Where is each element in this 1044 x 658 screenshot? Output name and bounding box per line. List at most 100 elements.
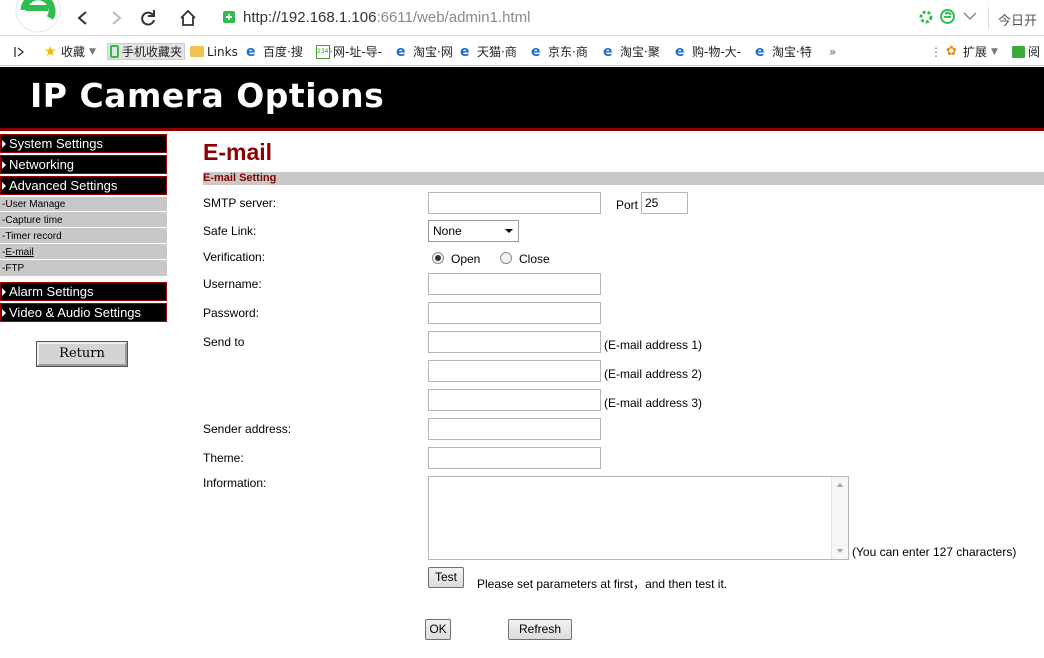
bookmark-label: Links (207, 44, 238, 59)
bookmark-label: 天猫·商 (477, 45, 517, 59)
vertical-dots-icon: ⋮ (930, 44, 942, 59)
verification-open-label: Open (451, 252, 481, 266)
refresh-button[interactable]: Refresh (508, 619, 572, 640)
submenu-label: Timer record (5, 231, 62, 242)
banner-divider (0, 128, 1044, 131)
information-textarea[interactable] (428, 476, 849, 560)
ie-icon: e (460, 43, 470, 60)
today-button[interactable]: 今日开 (998, 10, 1037, 29)
reload-button[interactable] (137, 7, 159, 29)
phone-icon (110, 45, 119, 58)
verification-label: Verification: (203, 250, 266, 264)
bookmarks-more-button[interactable]: » (829, 43, 836, 60)
return-button[interactable]: Return (36, 341, 128, 367)
url-host: http://192.168.1.106 (243, 9, 377, 26)
password-input[interactable] (428, 302, 601, 324)
bookmark-tmall[interactable]: e 天猫·商 (460, 43, 517, 60)
test-button[interactable]: Test (428, 567, 464, 588)
verification-open-radio[interactable] (432, 252, 444, 264)
bookmarks-bar: ★ 收藏 ▼ 手机收藏夹 Links e 百度·搜 2345 网-址-导- e … (0, 36, 1044, 66)
bookmark-links[interactable]: Links (190, 43, 238, 60)
section-header-bar (203, 172, 1044, 185)
bookmark-baidu[interactable]: e 百度·搜 (246, 43, 303, 60)
email-address-3-input[interactable] (428, 389, 601, 411)
menu-label: Networking (9, 157, 75, 172)
bookmark-label: 百度·搜 (263, 45, 303, 59)
extensions-button[interactable]: ⋮ ✿ 扩展 ▼ (930, 43, 998, 60)
extensions-label: 扩展 (963, 45, 988, 59)
email-address-2-hint: (E-mail address 2) (604, 367, 703, 381)
dropdown-chevron-icon[interactable] (963, 11, 977, 21)
bookmark-taobao[interactable]: e 淘宝·网 (396, 43, 453, 60)
menu-label: Video & Audio Settings (9, 305, 142, 320)
bookmark-juhuasuan[interactable]: e 淘宝·聚 (603, 43, 660, 60)
bookmark-mobile[interactable]: 手机收藏夹 (107, 43, 186, 60)
submenu-user-manage[interactable]: -User Manage (0, 197, 167, 212)
ok-button[interactable]: OK (425, 619, 451, 640)
triangle-right-icon (2, 309, 6, 317)
menu-label: Advanced Settings (9, 178, 118, 193)
url-text[interactable]: http://192.168.1.106:6611/web/admin1.htm… (243, 9, 530, 26)
back-arrow-icon (77, 11, 87, 25)
bookmark-favorites[interactable]: ★ 收藏 ▼ (44, 43, 96, 60)
dropdown-arrow-icon (505, 229, 513, 233)
port-label: Port (616, 198, 639, 212)
bookmark-jd[interactable]: e 京东·商 (531, 43, 588, 60)
bookmark-shopping[interactable]: e 购-物-大- (675, 43, 741, 60)
banner-title: IP Camera Options (30, 76, 385, 115)
home-button[interactable] (177, 7, 199, 29)
reader-label: 阅 (1028, 45, 1041, 59)
forward-button[interactable] (105, 7, 127, 29)
triangle-right-icon (2, 288, 6, 296)
email-address-2-input[interactable] (428, 360, 601, 382)
username-input[interactable] (428, 273, 601, 295)
browser-e-icon[interactable] (940, 9, 955, 24)
password-label: Password: (203, 306, 260, 320)
submenu-email[interactable]: -E-mail (0, 245, 167, 260)
bookmark-label: 手机收藏夹 (122, 45, 183, 59)
sender-address-input[interactable] (428, 418, 601, 440)
refresh-green-icon[interactable] (919, 10, 933, 24)
email-address-1-hint: (E-mail address 1) (604, 338, 703, 352)
book-icon (1012, 45, 1025, 58)
email-address-1-input[interactable] (428, 331, 601, 353)
menu-alarm-settings[interactable]: Alarm Settings (0, 282, 167, 301)
forward-arrow-icon (112, 11, 122, 25)
bookmark-2345[interactable]: 2345 网-址-导- (316, 43, 382, 60)
textarea-scrollbar[interactable] (831, 477, 848, 559)
sidebar-toggle-button[interactable] (14, 43, 26, 60)
triangle-right-icon (2, 140, 6, 148)
browser-logo-icon (15, 0, 61, 33)
menu-video-audio-settings[interactable]: Video & Audio Settings (0, 303, 167, 322)
submenu-timer-record[interactable]: -Timer record (0, 229, 167, 244)
2345-icon: 2345 (316, 44, 332, 59)
folder-icon (190, 46, 204, 57)
verification-close-radio[interactable] (500, 252, 512, 264)
panel-toggle-icon (14, 46, 25, 57)
safe-link-select[interactable]: None (428, 220, 519, 242)
submenu-label: E-mail (5, 247, 34, 258)
menu-advanced-settings[interactable]: Advanced Settings (0, 176, 167, 195)
back-button[interactable] (72, 7, 94, 29)
scroll-up-icon (837, 483, 843, 487)
theme-input[interactable] (428, 447, 601, 469)
reader-button[interactable]: 阅 (1012, 43, 1040, 60)
ie-icon: e (675, 43, 685, 60)
chevron-down-icon: ▼ (991, 46, 998, 57)
advanced-submenu: -User Manage -Capture time -Timer record… (0, 197, 167, 276)
smtp-server-label: SMTP server: (203, 196, 277, 210)
bookmark-label: 京东·商 (548, 45, 588, 59)
verification-close-label: Close (519, 252, 550, 266)
puzzle-icon: ✿ (946, 43, 957, 59)
smtp-server-input[interactable] (428, 192, 601, 214)
port-input[interactable] (641, 192, 688, 214)
menu-system-settings[interactable]: System Settings (0, 134, 167, 153)
submenu-capture-time[interactable]: -Capture time (0, 213, 167, 228)
bookmark-taobao-special[interactable]: e 淘宝·特 (755, 43, 812, 60)
ie-icon: e (396, 43, 406, 60)
submenu-ftp[interactable]: -FTP (0, 261, 167, 276)
page-title: E-mail (203, 139, 273, 165)
menu-label: Alarm Settings (9, 284, 94, 299)
submenu-label: FTP (5, 263, 25, 274)
menu-networking[interactable]: Networking (0, 155, 167, 174)
